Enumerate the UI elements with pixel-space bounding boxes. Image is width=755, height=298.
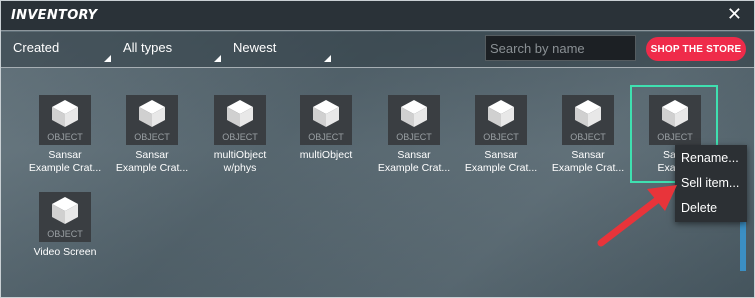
item-name-line1: Sansar bbox=[135, 149, 169, 161]
object-thumbnail: OBJECT bbox=[126, 95, 178, 145]
context-menu-sell-item[interactable]: Sell item... bbox=[681, 176, 739, 190]
item-name-line1: multiObject bbox=[213, 149, 267, 161]
item-name-line1: Sansar bbox=[484, 149, 518, 161]
filter-toolbar: Created All types Newest SHOP THE STORE bbox=[1, 32, 754, 68]
item-name: Sansar Example Crat... bbox=[544, 149, 632, 175]
created-filter-label: Created bbox=[13, 40, 60, 55]
inventory-item[interactable]: OBJECT multiObject bbox=[282, 71, 370, 171]
thumbnail-type-label: OBJECT bbox=[308, 132, 344, 142]
type-filter-dropdown[interactable]: All types bbox=[123, 40, 221, 62]
sort-label: Newest bbox=[233, 40, 277, 55]
item-name-line1: Sansar bbox=[397, 149, 431, 161]
dropdown-corner-icon bbox=[324, 55, 331, 62]
item-name-line1: Sansar bbox=[48, 149, 82, 161]
created-filter-dropdown[interactable]: Created bbox=[13, 40, 111, 62]
context-menu-rename[interactable]: Rename... bbox=[681, 151, 739, 165]
item-name: Sansar Example Crat... bbox=[370, 149, 458, 175]
item-name-line1: Video Screen bbox=[33, 246, 97, 258]
object-thumbnail: OBJECT bbox=[300, 95, 352, 145]
item-name: Sansar Example Crat... bbox=[108, 149, 196, 175]
item-name-line2: w/phys bbox=[223, 162, 257, 174]
item-name-line2: Example Crat... bbox=[551, 162, 625, 174]
inventory-item[interactable]: OBJECT Sansar Example Crat... bbox=[108, 71, 196, 174]
cube-icon bbox=[139, 100, 165, 127]
object-thumbnail: OBJECT bbox=[475, 95, 527, 145]
inventory-window: INVENTORY ✕ Created All types Newest SHO… bbox=[0, 0, 755, 298]
cube-icon bbox=[227, 100, 253, 127]
object-thumbnail: OBJECT bbox=[562, 95, 614, 145]
dropdown-corner-icon bbox=[214, 55, 221, 62]
object-thumbnail: OBJECT bbox=[649, 95, 701, 145]
cube-icon bbox=[52, 100, 78, 127]
type-filter-label: All types bbox=[123, 40, 173, 55]
thumbnail-type-label: OBJECT bbox=[222, 132, 258, 142]
shop-the-store-button[interactable]: SHOP THE STORE bbox=[646, 37, 746, 61]
context-menu-delete[interactable]: Delete bbox=[681, 201, 717, 215]
inventory-item[interactable]: OBJECT Video Screen bbox=[21, 168, 109, 268]
thumbnail-type-label: OBJECT bbox=[570, 132, 606, 142]
thumbnail-type-label: OBJECT bbox=[47, 132, 83, 142]
cube-icon bbox=[52, 197, 78, 224]
close-icon[interactable]: ✕ bbox=[727, 5, 742, 25]
cube-icon bbox=[313, 100, 339, 127]
dropdown-corner-icon bbox=[104, 55, 111, 62]
cube-icon bbox=[488, 100, 514, 127]
thumbnail-type-label: OBJECT bbox=[483, 132, 519, 142]
thumbnail-type-label: OBJECT bbox=[657, 132, 693, 142]
item-name: multiObject w/phys bbox=[196, 149, 284, 175]
object-thumbnail: OBJECT bbox=[39, 192, 91, 242]
item-name-line2: Example Crat... bbox=[115, 162, 189, 174]
context-menu: Rename... Sell item... Delete bbox=[675, 145, 747, 222]
item-name: Sansar Example Crat... bbox=[457, 149, 545, 175]
object-thumbnail: OBJECT bbox=[388, 95, 440, 145]
inventory-item[interactable]: OBJECT Sansar Example Crat... bbox=[544, 71, 632, 174]
title-bar: INVENTORY ✕ bbox=[1, 1, 754, 31]
search-input[interactable] bbox=[485, 35, 636, 61]
cube-icon bbox=[401, 100, 427, 127]
thumbnail-type-label: OBJECT bbox=[47, 229, 83, 239]
cube-icon bbox=[662, 100, 688, 127]
arrow-pointer-icon bbox=[597, 185, 677, 247]
inventory-item[interactable]: OBJECT Sansar Example Crat... bbox=[457, 71, 545, 174]
item-name: Video Screen bbox=[21, 246, 109, 259]
window-title: INVENTORY bbox=[11, 8, 98, 23]
object-thumbnail: OBJECT bbox=[214, 95, 266, 145]
item-name-line1: multiObject bbox=[299, 149, 353, 161]
thumbnail-type-label: OBJECT bbox=[396, 132, 432, 142]
inventory-item[interactable]: OBJECT Sansar Example Crat... bbox=[370, 71, 458, 174]
inventory-item[interactable]: OBJECT Sansar Example Crat... bbox=[21, 71, 109, 174]
object-thumbnail: OBJECT bbox=[39, 95, 91, 145]
cube-icon bbox=[575, 100, 601, 127]
item-name-line1: Sansar bbox=[571, 149, 605, 161]
item-name-line2: Example Crat... bbox=[464, 162, 538, 174]
item-name: multiObject bbox=[282, 149, 370, 162]
item-name-line2: Example Crat... bbox=[377, 162, 451, 174]
inventory-item[interactable]: OBJECT multiObject w/phys bbox=[196, 71, 284, 174]
thumbnail-type-label: OBJECT bbox=[134, 132, 170, 142]
sort-dropdown[interactable]: Newest bbox=[233, 40, 331, 62]
